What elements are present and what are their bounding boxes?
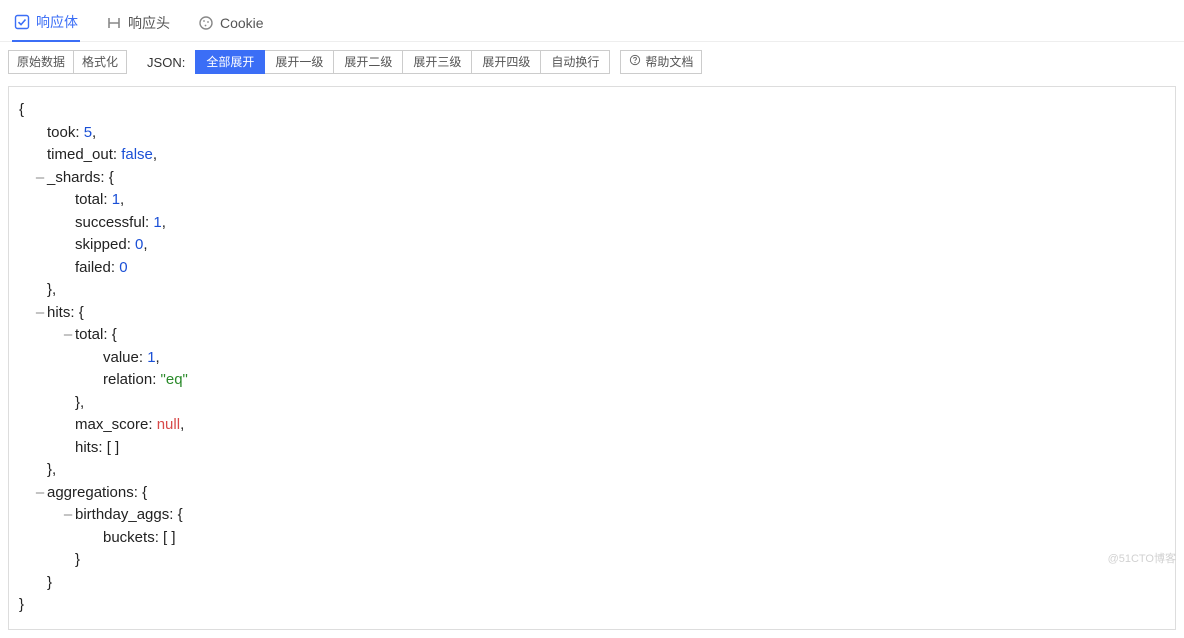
expand-all-button[interactable]: 全部展开 <box>195 50 265 74</box>
help-icon <box>629 54 641 70</box>
json-line: }, <box>19 459 1165 482</box>
collapse-toggle[interactable]: – <box>33 482 47 505</box>
json-line: –hits: { <box>19 302 1165 325</box>
json-key: aggregations <box>47 484 134 501</box>
json-line: timed_out: false, <box>19 144 1165 167</box>
brace-open: { <box>19 101 24 118</box>
json-label: JSON: <box>147 55 185 70</box>
json-number: 1 <box>112 191 120 208</box>
json-key: hits <box>47 304 70 321</box>
json-empty-array: [ ] <box>107 439 120 456</box>
json-number: 5 <box>84 124 92 141</box>
tab-response-headers[interactable]: 响应头 <box>104 7 172 41</box>
json-string: "eq" <box>161 371 188 388</box>
collapse-toggle[interactable]: – <box>61 324 75 347</box>
json-line: –_shards: { <box>19 167 1165 190</box>
brace-close: } <box>19 596 24 613</box>
json-key: relation <box>103 371 152 388</box>
json-line: buckets: [ ] <box>19 527 1165 550</box>
response-tabs: 响应体 响应头 Cookie <box>0 0 1184 42</box>
json-line: relation: "eq" <box>19 369 1165 392</box>
expand-l3-button[interactable]: 展开三级 <box>403 50 472 74</box>
json-boolean: false <box>121 146 153 163</box>
json-line: –aggregations: { <box>19 482 1165 505</box>
formatted-button[interactable]: 格式化 <box>74 50 127 74</box>
json-key: took <box>47 124 75 141</box>
json-line: }, <box>19 279 1165 302</box>
tab-response-body[interactable]: 响应体 <box>12 6 80 42</box>
help-label: 帮助文档 <box>645 54 693 70</box>
json-key: failed <box>75 259 111 276</box>
json-line: –total: { <box>19 324 1165 347</box>
json-line: successful: 1, <box>19 212 1165 235</box>
header-icon <box>106 15 122 31</box>
json-line: } <box>19 549 1165 572</box>
collapse-toggle[interactable]: – <box>33 167 47 190</box>
tab-label: 响应头 <box>128 13 170 33</box>
json-empty-array: [ ] <box>163 529 176 546</box>
expand-group: 全部展开 展开一级 展开二级 展开三级 展开四级 自动换行 <box>195 50 610 74</box>
expand-l4-button[interactable]: 展开四级 <box>472 50 541 74</box>
collapse-toggle[interactable]: – <box>61 504 75 527</box>
json-number: 1 <box>153 214 161 231</box>
json-key: buckets <box>103 529 155 546</box>
wrap-button[interactable]: 自动换行 <box>541 50 610 74</box>
expand-l1-button[interactable]: 展开一级 <box>265 50 334 74</box>
raw-button[interactable]: 原始数据 <box>8 50 74 74</box>
json-toolbar: 原始数据 格式化 JSON: 全部展开 展开一级 展开二级 展开三级 展开四级 … <box>0 42 1184 82</box>
json-key: _shards <box>47 169 100 186</box>
json-line: total: 1, <box>19 189 1165 212</box>
json-key: hits <box>75 439 98 456</box>
json-line: max_score: null, <box>19 414 1165 437</box>
json-null: null <box>157 416 180 433</box>
expand-l2-button[interactable]: 展开二级 <box>334 50 403 74</box>
json-line: { <box>19 99 1165 122</box>
json-line: hits: [ ] <box>19 437 1165 460</box>
json-line: } <box>19 594 1165 617</box>
json-line: } <box>19 572 1165 595</box>
json-line: took: 5, <box>19 122 1165 145</box>
json-line: }, <box>19 392 1165 415</box>
json-viewer: { took: 5, timed_out: false, –_shards: {… <box>8 86 1176 630</box>
json-line: value: 1, <box>19 347 1165 370</box>
json-key: timed_out <box>47 146 113 163</box>
tab-label: Cookie <box>220 15 264 31</box>
json-number: 0 <box>119 259 127 276</box>
tab-cookie[interactable]: Cookie <box>196 9 266 39</box>
json-line: failed: 0 <box>19 257 1165 280</box>
view-mode-group: 原始数据 格式化 <box>8 50 127 74</box>
tab-label: 响应体 <box>36 12 78 32</box>
check-square-icon <box>14 14 30 30</box>
json-key: value <box>103 349 139 366</box>
json-key: skipped <box>75 236 127 253</box>
help-button[interactable]: 帮助文档 <box>620 50 702 74</box>
json-line: –birthday_aggs: { <box>19 504 1165 527</box>
json-number: 1 <box>147 349 155 366</box>
collapse-toggle[interactable]: – <box>33 302 47 325</box>
json-key: max_score <box>75 416 148 433</box>
json-key: successful <box>75 214 145 231</box>
json-key: birthday_aggs <box>75 506 169 523</box>
cookie-icon <box>198 15 214 31</box>
json-key: total <box>75 326 103 343</box>
json-key: total <box>75 191 103 208</box>
json-line: skipped: 0, <box>19 234 1165 257</box>
